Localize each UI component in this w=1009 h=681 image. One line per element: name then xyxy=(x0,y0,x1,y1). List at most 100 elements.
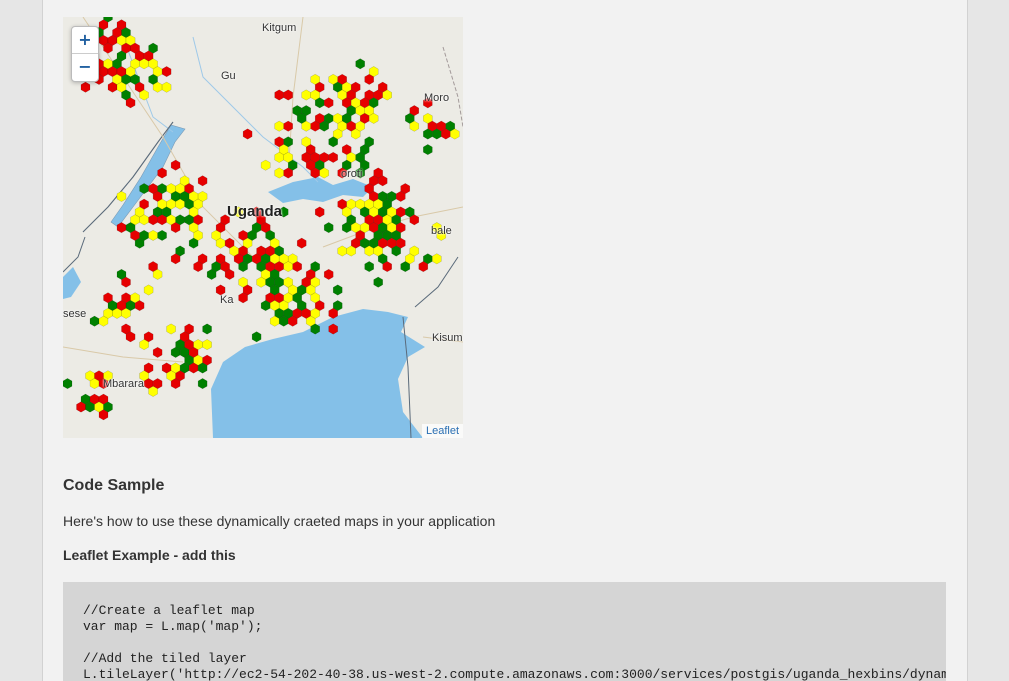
hexbin-cell xyxy=(224,268,235,280)
hexbin-cell xyxy=(197,378,208,390)
hexbin-cell xyxy=(391,245,401,257)
zoom-control: + − xyxy=(71,26,99,82)
hexbin-cell xyxy=(328,136,338,148)
hexbin-cell xyxy=(328,323,338,335)
hexbin-cell xyxy=(202,339,212,351)
hexbin-cell xyxy=(323,222,334,234)
hexbin-cell xyxy=(175,198,185,210)
hexbin-cell xyxy=(274,120,284,132)
hexbin-cell xyxy=(328,307,338,319)
hexbin-cell xyxy=(400,261,411,273)
hexbin-cell xyxy=(121,307,131,319)
hexbin-cell xyxy=(139,214,149,226)
hexbin-cell xyxy=(157,214,167,226)
zoom-in-button[interactable]: + xyxy=(72,27,98,54)
hexbin-cell xyxy=(148,229,158,241)
hexbin-cell xyxy=(301,89,311,101)
hexbin-cell xyxy=(152,268,163,280)
hexbin-cell xyxy=(170,378,181,390)
hexbin-cell xyxy=(382,261,392,273)
city-label-soroti: oroti xyxy=(341,168,363,180)
hexbin-cell xyxy=(197,362,208,374)
hexbin-cell xyxy=(148,385,158,397)
hexbin-cell xyxy=(260,159,271,171)
hexbin-cell xyxy=(188,237,199,249)
code-block: //Create a leaflet map var map = L.map('… xyxy=(63,582,946,681)
hexbin-cell xyxy=(355,58,365,70)
hexbin-cell xyxy=(161,66,172,78)
hexbin-cell xyxy=(139,58,149,70)
city-label-mbale: bale xyxy=(431,225,452,237)
hexbin-cell xyxy=(166,323,176,335)
hexbin-cell xyxy=(337,245,347,257)
code-line: //Add the tiled layer xyxy=(83,651,247,666)
hexbin-cell xyxy=(283,167,293,179)
hexbin-cell xyxy=(63,378,73,390)
hexbin-cell xyxy=(278,315,289,327)
hexbin-cell xyxy=(170,253,181,265)
hexbin-cell xyxy=(328,151,338,163)
hexbin-cell xyxy=(238,292,248,304)
code-line: var map = L.map('map'); xyxy=(83,619,263,634)
hexbin-cell xyxy=(157,167,167,179)
hexbin-cell xyxy=(121,276,131,288)
hexbin-cell xyxy=(274,89,284,101)
hexbin-cell xyxy=(103,42,113,54)
hexbin-cell xyxy=(292,261,302,273)
hexbin-cell xyxy=(170,346,181,358)
hexbin-cell xyxy=(283,120,293,132)
hexbin-cell xyxy=(215,237,226,249)
hexbin-cell xyxy=(323,97,334,109)
hexbin-cell xyxy=(170,159,181,171)
hexbin-cell xyxy=(310,167,320,179)
hexbin-cell xyxy=(364,73,374,85)
hexbin-cell xyxy=(197,175,208,187)
city-label-kisumu: Kisum xyxy=(432,332,463,344)
hexbin-cell xyxy=(283,261,293,273)
hexbin-cell xyxy=(310,120,320,132)
city-label-sese: sese xyxy=(63,308,87,320)
hexbin-cell xyxy=(341,222,352,234)
hexbin-cell xyxy=(314,97,325,109)
hexbin-cell xyxy=(382,89,392,101)
intro-text: Here's how to use these dynamically crae… xyxy=(63,513,496,529)
hexbin-cell xyxy=(296,237,307,249)
hexbin-cell xyxy=(143,284,154,296)
hexbin-cell xyxy=(432,128,442,140)
hexbin-cell xyxy=(409,214,420,226)
hexbin-cell xyxy=(152,346,163,358)
hexbin-cell xyxy=(418,261,429,273)
hexbin-cell xyxy=(319,167,329,179)
hexbin-cell xyxy=(161,81,172,93)
hexbin-cell xyxy=(125,331,136,343)
city-label-moroto: Moro xyxy=(424,92,450,104)
hexbin-cell xyxy=(260,300,271,312)
hexbin-cell xyxy=(206,268,217,280)
zoom-out-button[interactable]: − xyxy=(72,54,98,80)
hexbin-cell xyxy=(364,261,374,273)
hexbin-cell xyxy=(301,120,311,132)
city-label-kitgum: Kitgum xyxy=(262,22,297,34)
hexbin-cell xyxy=(450,128,460,140)
city-label-mbarara: Mbarara xyxy=(103,378,144,390)
leaflet-attribution-link[interactable]: Leaflet xyxy=(421,424,463,438)
leaflet-map[interactable]: Kitgum Gu Moro oroti Uganda bale Ka sese… xyxy=(63,17,463,438)
hexbin-cell xyxy=(368,112,379,124)
hexbin-cell xyxy=(314,206,325,218)
hexbin-cell xyxy=(377,175,388,187)
hexbin-cell xyxy=(170,222,181,234)
hexbin-cell xyxy=(287,315,298,327)
hexbin-cell xyxy=(80,81,91,93)
hexbin-cell xyxy=(148,214,158,226)
hexbin-cell xyxy=(441,128,451,140)
city-label-kampala: Ka xyxy=(220,294,234,306)
hexbin-cell xyxy=(409,120,420,132)
hexbin-cell xyxy=(274,167,284,179)
hexbin-cell xyxy=(423,128,433,140)
hexbin-cell xyxy=(134,237,145,249)
hexbin-cell xyxy=(432,253,442,265)
hexbin-cell xyxy=(238,261,248,273)
hexbin-cell xyxy=(269,315,280,327)
hexbin-cell xyxy=(134,300,145,312)
hexbin-cell xyxy=(139,89,149,101)
